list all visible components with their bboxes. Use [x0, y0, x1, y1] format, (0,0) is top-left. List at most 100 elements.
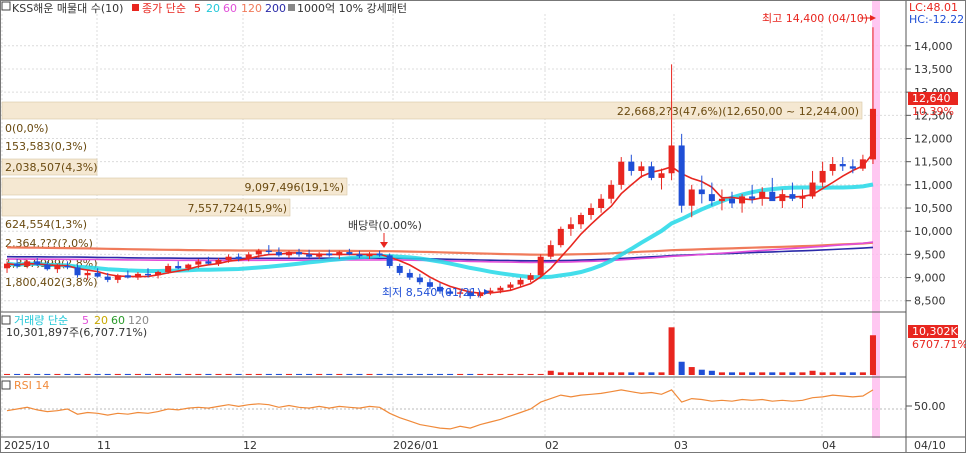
- volume-bar: [175, 373, 182, 375]
- volume-profile-label: 22,668,2?3(47,6%)(12,650,00 ~ 12,244,00): [617, 105, 859, 118]
- candle-body: [34, 261, 41, 265]
- candle-body: [507, 284, 514, 288]
- volume-bar: [306, 373, 313, 375]
- dividend-annotation: 배당락(0.00%): [348, 219, 422, 232]
- candle-body: [64, 265, 71, 268]
- candle-body: [215, 259, 222, 264]
- volume-bar: [4, 373, 11, 375]
- close-color-swatch: [132, 4, 139, 11]
- candle-body: [165, 265, 172, 272]
- volume-bar: [346, 373, 353, 375]
- candle-body: [628, 161, 635, 171]
- candle-body: [376, 253, 383, 256]
- volume-bar: [235, 373, 242, 375]
- candle-body: [326, 253, 333, 256]
- volume-collapse-icon[interactable]: [1, 315, 11, 325]
- candle-body: [708, 194, 715, 202]
- volume-bar: [779, 372, 786, 375]
- candle-body: [567, 224, 574, 229]
- candle-body: [698, 189, 705, 195]
- candle-body: [769, 191, 776, 202]
- price-axis-label: 11,500: [914, 156, 953, 169]
- volume-bar: [588, 372, 595, 375]
- candle-body: [255, 250, 262, 255]
- high-annotation: 최고 14,400 (04/10): [762, 12, 868, 25]
- candle-body: [608, 184, 615, 199]
- volume-bar: [537, 373, 544, 375]
- ma5-period: 5: [194, 2, 201, 15]
- candle-body: [44, 264, 51, 270]
- volume-bar: [728, 372, 736, 375]
- pattern-swatch: [288, 4, 295, 11]
- volume-bar: [215, 373, 222, 375]
- candle-body: [225, 256, 232, 260]
- volume-bar: [326, 373, 333, 375]
- volume-bar: [678, 361, 685, 375]
- volume-bar: [336, 373, 343, 375]
- candle-body: [638, 166, 645, 171]
- candle-body: [296, 252, 303, 255]
- volume-bar: [567, 372, 574, 375]
- candle-body: [285, 252, 292, 256]
- price-axis-label: 8,500: [914, 295, 946, 308]
- ma200-period: 200: [265, 2, 286, 15]
- candle-body: [134, 273, 141, 278]
- candle-body: [497, 287, 504, 291]
- volume-bar: [698, 369, 705, 375]
- rsi-label: RSI 14: [14, 379, 49, 392]
- candle-body: [265, 250, 272, 253]
- candle-body: [306, 254, 313, 257]
- candle-body: [84, 272, 91, 276]
- candle-body: [618, 161, 625, 185]
- volume-bar: [789, 372, 796, 375]
- candle-body: [124, 275, 131, 278]
- current-price: 12,640: [912, 92, 951, 105]
- candle-body: [749, 196, 756, 199]
- volume-bar: [869, 335, 876, 375]
- candle-body: [275, 252, 282, 256]
- volume-bar: [799, 372, 806, 375]
- volume-bar: [155, 373, 162, 375]
- candle-body: [859, 159, 866, 169]
- volume-bar: [255, 373, 262, 375]
- x-axis-label: 2026/01: [393, 439, 439, 452]
- volume-profile-label: 2,038,507(4,3%): [5, 161, 98, 174]
- candle-body: [185, 264, 192, 269]
- x-axis-label: 12: [243, 439, 257, 452]
- volume-profile-label: 7,557,724(15,9%): [187, 202, 287, 215]
- candle-body: [527, 275, 534, 280]
- rsi-axis-label: 50.00: [914, 400, 946, 413]
- current-volume: 10,302K: [912, 325, 958, 338]
- volume-bar: [517, 373, 524, 375]
- candle-body: [728, 198, 736, 204]
- volume-bar: [14, 373, 21, 375]
- volume-bar: [64, 373, 71, 375]
- candle-body: [346, 252, 353, 255]
- candle-body: [114, 275, 121, 280]
- candle-body: [779, 194, 786, 202]
- volume-profile-label: 9,097,496(19,1%): [244, 181, 344, 194]
- volume-bar: [457, 373, 464, 375]
- volume-bar: [406, 373, 413, 375]
- collapse-icon[interactable]: [1, 1, 11, 11]
- candle-body: [155, 271, 162, 276]
- volume-bar: [507, 373, 514, 375]
- volume-bar: [628, 372, 635, 375]
- candle-body: [54, 265, 61, 270]
- volume-bar: [839, 372, 846, 375]
- volume-bar: [275, 373, 282, 375]
- volume-bar: [265, 373, 272, 375]
- x-axis-label: 04/10: [914, 439, 946, 452]
- volume-bar: [769, 372, 776, 375]
- volume-bar: [296, 373, 303, 375]
- candle-body: [799, 196, 806, 199]
- volume-bar: [598, 372, 605, 375]
- price-axis-label: 14,000: [914, 40, 953, 53]
- candle-body: [195, 261, 202, 265]
- volume-bar: [648, 372, 655, 375]
- volume-bar: [185, 373, 192, 375]
- x-axis-label: 2025/10: [4, 439, 50, 452]
- candle-body: [316, 253, 323, 257]
- candle-body: [658, 173, 665, 178]
- rsi-collapse-icon[interactable]: [1, 380, 11, 390]
